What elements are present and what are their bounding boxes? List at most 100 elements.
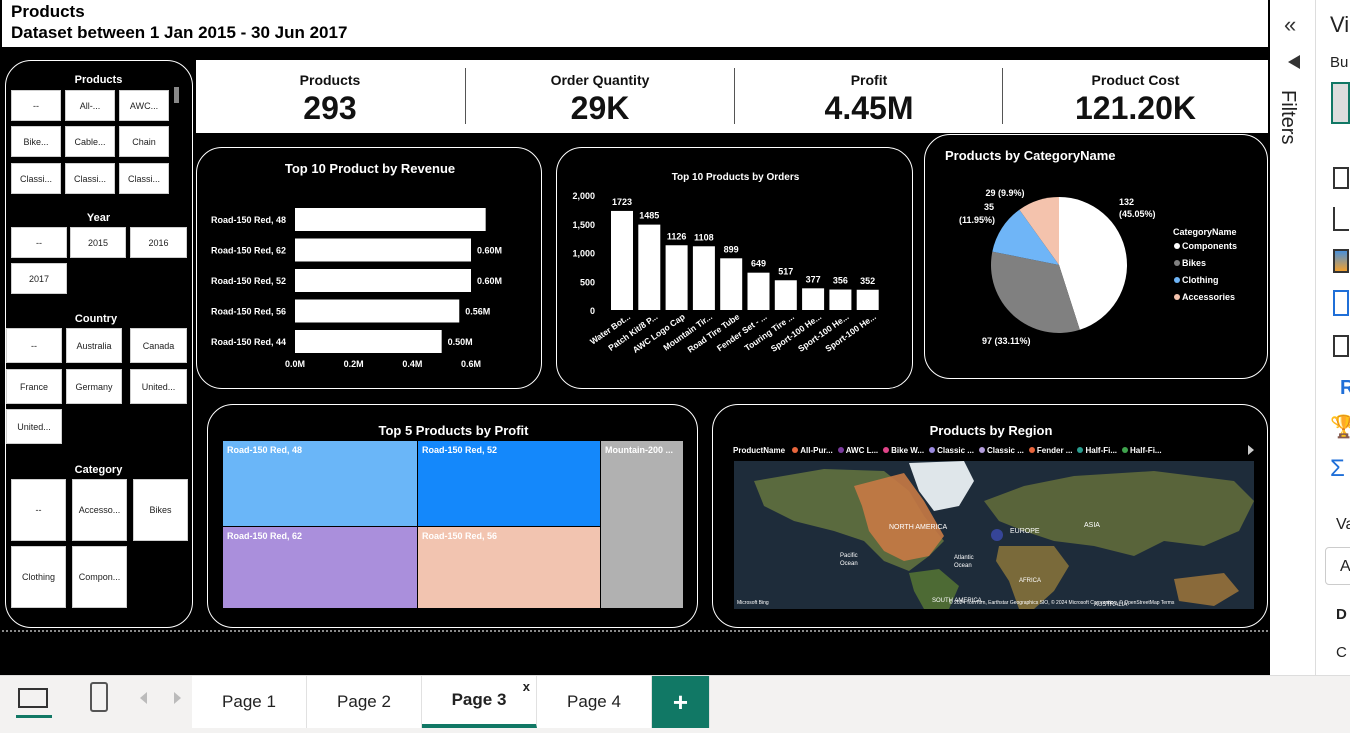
kpi-profit-card[interactable]: Profit 4.45M [735,60,1003,133]
products-option[interactable]: Classi... [119,163,169,194]
pie-data-label: 97 (33.11%) [982,336,1031,346]
orders-column[interactable] [611,210,633,310]
field-well[interactable]: A [1325,547,1350,585]
prev-page-icon[interactable] [140,692,147,704]
sum-icon[interactable]: Σ [1330,455,1345,483]
category-option[interactable]: Compon... [72,546,127,608]
slicer-scrollbar[interactable] [174,87,179,103]
revenue-bar[interactable] [295,238,471,262]
tab-page-3[interactable]: Page 3 x [422,676,537,728]
category-option[interactable]: Clothing [11,546,66,608]
orders-column[interactable] [774,280,797,310]
treemap-cell[interactable]: Road-150 Red, 52 [418,441,600,526]
orders-column[interactable] [692,246,715,310]
revenue-bar[interactable] [295,269,471,292]
category-option[interactable]: -- [11,479,66,541]
orders-column[interactable] [802,288,825,310]
category-chart-panel[interactable]: Products by CategoryName 132 (45.05%) 97 (… [924,134,1268,379]
legend-next-icon[interactable] [1248,445,1254,455]
tab-page-4[interactable]: Page 4 [537,676,652,728]
orders-column[interactable] [829,289,852,310]
country-option[interactable]: United... [6,409,62,444]
pie-legend-item[interactable]: Clothing [1182,275,1219,285]
tab-page-1[interactable]: Page 1 [192,676,307,728]
revenue-chart-panel[interactable]: Top 10 Product by Revenue Road-150 Red, … [196,147,542,389]
map-legend-item[interactable]: Classic ... [978,446,1024,455]
products-option[interactable]: Chain [119,126,169,157]
category-option[interactable]: Bikes [133,479,188,541]
products-option[interactable]: Bike... [11,126,61,157]
kpi-label: Products [299,72,361,88]
revenue-bar[interactable] [295,208,486,231]
add-page-button[interactable]: + [652,676,710,728]
country-option[interactable]: France [6,369,62,404]
treemap-cell[interactable]: Mountain-200 ... [601,441,683,608]
map-region-label: Atlantic [954,555,974,561]
map-legend-item[interactable]: Half-Fi... [1122,446,1162,455]
products-option[interactable]: Classi... [65,163,115,194]
map-legend-item[interactable]: Classic ... [929,446,974,455]
map-legend-item[interactable]: All-Pur... [792,446,833,455]
country-option[interactable]: -- [6,328,62,363]
year-option[interactable]: 2017 [11,263,67,294]
country-option[interactable]: Germany [66,369,122,404]
orders-column[interactable] [856,289,879,310]
products-option[interactable]: All-... [65,90,115,121]
treemap-cell[interactable]: Road-150 Red, 62 [223,527,417,608]
map-legend-item[interactable]: Fender ... [1028,446,1072,455]
treemap-cell[interactable]: Road-150 Red, 48 [223,441,417,526]
filter-funnel-icon[interactable] [1288,55,1300,69]
revenue-bar[interactable] [295,299,460,323]
map-legend-item[interactable]: Half-Fi... [1077,446,1117,455]
category-slicer-title: Category [74,464,123,476]
profit-chart-panel[interactable]: Top 5 Products by Profit Road-150 Red, 4… [207,404,698,628]
map-region-label: Pacific [840,553,858,559]
table-visual-icon[interactable] [1333,167,1349,189]
r-visual-icon[interactable]: R [1340,377,1350,400]
products-option[interactable]: -- [11,90,61,121]
next-page-icon[interactable] [174,692,181,704]
kpi-order-quantity-card[interactable]: Order Quantity 29K [466,60,734,133]
ribbon-chart-icon[interactable] [1333,249,1349,273]
collapse-filters-icon[interactable]: « [1284,12,1296,38]
orders-column[interactable] [747,272,770,310]
products-option[interactable]: Cable... [65,126,115,157]
desktop-layout-icon[interactable] [18,688,48,708]
category-option[interactable]: Accesso... [72,479,127,541]
treemap-cell[interactable]: Road-150 Red, 56 [418,527,600,608]
region-map-panel[interactable]: Products by Region ProductName All-Pur..… [712,404,1268,628]
products-option[interactable]: AWC... [119,90,169,121]
kpi-product-cost-card[interactable]: Product Cost 121.20K [1003,60,1268,133]
world-map[interactable]: NORTH AMERICA EUROPE ASIA Pacific Ocean Atlan… [734,461,1254,609]
mobile-layout-icon[interactable] [90,682,108,712]
trophy-icon[interactable]: 🏆 [1330,414,1350,440]
map-legend-item[interactable]: Bike W... [883,446,924,455]
year-option[interactable]: 2015 [70,227,126,258]
card-visual-icon[interactable] [1333,335,1349,357]
orders-column[interactable] [665,245,688,310]
tab-page-2[interactable]: Page 2 [307,676,422,728]
pie-legend-item[interactable]: Components [1182,241,1237,251]
orders-chart-panel[interactable]: Top 10 Products by Orders 2,000 1,500 1,00… [556,147,913,389]
line-chart-icon[interactable] [1333,207,1349,231]
kpi-products-card[interactable]: Products 293 [196,60,464,133]
products-option[interactable]: Classi... [11,163,61,194]
filters-pane-label[interactable]: Filters [1276,90,1299,144]
revenue-bar[interactable] [295,330,442,353]
pie-legend-item[interactable]: Bikes [1182,258,1206,268]
map-legend-item[interactable]: AWC L... [837,446,878,455]
y-tick-label: 2,000 [572,191,595,201]
build-visual-icon[interactable] [1331,82,1350,124]
country-option[interactable]: Australia [66,328,122,363]
country-option[interactable]: United... [130,369,187,404]
canvas-dotted-border [2,630,1268,632]
year-option[interactable]: 2016 [130,227,187,258]
orders-column[interactable] [638,224,661,310]
orders-column[interactable] [720,258,743,310]
pie-legend-item[interactable]: Accessories [1182,292,1235,302]
country-option[interactable]: Canada [130,328,187,363]
bar-category-label: Road-150 Red, 44 [211,337,286,347]
matrix-icon[interactable] [1333,290,1349,316]
year-option[interactable]: -- [11,227,67,258]
close-tab-icon[interactable]: x [523,679,530,694]
